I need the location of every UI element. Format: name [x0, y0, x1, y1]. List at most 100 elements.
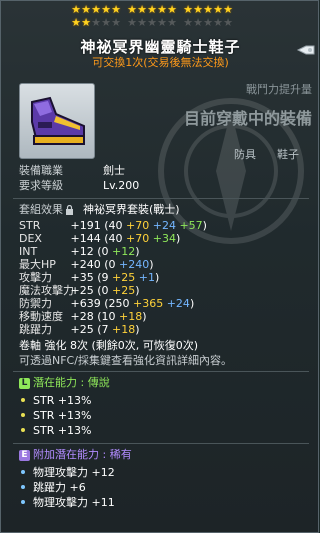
- additional-potential-header: E 附加潛在能力 : 稀有: [19, 448, 132, 462]
- stat-total: +12: [67, 245, 94, 258]
- stat-flame-bonus: +18: [112, 323, 136, 336]
- bullet-icon: [21, 500, 25, 504]
- star-empty-icon: ★: [147, 16, 157, 29]
- stat-total: +240: [67, 258, 101, 271]
- trade-note: 可交換1次(交易後無法交換): [92, 56, 229, 69]
- star-filled-icon: ★: [71, 16, 81, 29]
- scroll-enhance-row: 卷軸 強化 8次 (剩餘0次, 可恢復0次): [19, 339, 198, 352]
- stat-base: (0: [93, 245, 113, 258]
- star-filled-icon: ★: [147, 3, 157, 16]
- set-effect-value: 神祕冥界套裝(戰士): [83, 203, 180, 216]
- stat-name: 防禦力: [19, 297, 52, 310]
- stat-base: (0: [100, 258, 120, 271]
- star-filled-icon: ★: [81, 16, 91, 29]
- stat-base: (250: [100, 297, 133, 310]
- bullet-icon: [21, 485, 25, 489]
- stat-base: (40: [100, 232, 127, 245]
- star-empty-icon: ★: [183, 16, 193, 29]
- star-empty-icon: ★: [127, 16, 137, 29]
- star-filled-icon: ★: [101, 3, 111, 16]
- star-filled-icon: ★: [81, 3, 91, 16]
- purple-gold-boots-icon: [31, 96, 85, 145]
- stat-total: +25: [67, 323, 94, 336]
- stat-total: +25: [67, 284, 94, 297]
- divider: [13, 443, 309, 444]
- star-force-indicator: ★★★★★ ★★★★★ ★★★★★ ★★★★★ ★★★★★ ★★★★★: [71, 3, 261, 29]
- additional-potential-title: 附加潛在能力 : 稀有: [33, 448, 132, 461]
- star-filled-icon: ★: [71, 3, 81, 16]
- stat-starforce-bonus: +34: [149, 232, 176, 245]
- star-filled-icon: ★: [111, 3, 121, 16]
- stat-row: 魔法攻擊力 +25 (0 +25): [19, 284, 309, 297]
- set-effect-row[interactable]: 套組效果 神祕冥界套裝(戰士): [19, 203, 180, 216]
- star-filled-icon: ★: [183, 3, 193, 16]
- potential-header: L 潛在能力 : 傳說: [19, 376, 110, 390]
- stat-row: 防禦力 +639 (250 +365 +24): [19, 297, 309, 310]
- star-empty-icon: ★: [137, 16, 147, 29]
- power-increase-label: 戰鬥力提升量: [246, 83, 312, 96]
- stat-name: 跳躍力: [19, 323, 52, 336]
- stat-row: 最大HP +240 (0 +240): [19, 258, 309, 271]
- stat-close: ): [135, 284, 140, 297]
- star-empty-icon: ★: [91, 16, 101, 29]
- stat-scroll-bonus: +1: [135, 271, 155, 284]
- set-info-icon: [66, 205, 73, 215]
- stat-base: (0: [93, 284, 113, 297]
- item-tooltip-panel: ★★★★★ ★★★★★ ★★★★★ ★★★★★ ★★★★★ ★★★★★ 神祕冥界幽靈騎士…: [0, 0, 319, 533]
- stat-flame-bonus: +18: [119, 310, 143, 323]
- stat-base: (9: [93, 271, 113, 284]
- stat-base: (10: [93, 310, 120, 323]
- star-filled-icon: ★: [213, 3, 223, 16]
- level-row: 要求等級 Lv.200: [19, 179, 139, 192]
- enhance-note-text: 可透過NFC/採集鍵查看強化資訊詳細內容。: [19, 354, 232, 367]
- stat-flame-bonus: +25: [112, 271, 136, 284]
- star-empty-icon: ★: [157, 16, 167, 29]
- stat-row: INT +12 (0 +12): [19, 245, 309, 258]
- star-empty-icon: ★: [223, 16, 233, 29]
- stat-name: 攻擊力: [19, 271, 52, 284]
- set-effect-label: 套組效果: [19, 203, 63, 216]
- potential-line: STR +13%: [19, 409, 92, 422]
- category-tag-shoes: 鞋子: [277, 148, 299, 161]
- stat-total: +191: [67, 219, 101, 232]
- legendary-badge-icon: L: [19, 377, 30, 389]
- stat-total: +35: [67, 271, 94, 284]
- stat-name: DEX: [19, 232, 42, 245]
- stat-close: ): [175, 232, 181, 245]
- stat-flame-bonus: +25: [112, 284, 136, 297]
- item-icon-frame: [19, 83, 95, 159]
- bullet-icon: [21, 428, 25, 432]
- stat-name: 最大HP: [19, 258, 56, 271]
- stat-flame-bonus: +70: [126, 232, 150, 245]
- enhance-note-row: 可透過NFC/採集鍵查看強化資訊詳細內容。: [19, 354, 232, 367]
- stat-row: DEX +144 (40 +70 +34): [19, 232, 309, 245]
- star-filled-icon: ★: [137, 3, 147, 16]
- stat-name: 魔法攻擊力: [19, 284, 74, 297]
- star-filled-icon: ★: [157, 3, 167, 16]
- potential-title: 潛在能力 : 傳說: [33, 376, 110, 389]
- star-filled-icon: ★: [193, 3, 203, 16]
- job-row: 裝備職業 劍士: [19, 164, 125, 177]
- divider: [13, 198, 309, 199]
- stat-base: (40: [100, 219, 127, 232]
- stat-row: 跳躍力 +25 (7 +18): [19, 323, 309, 336]
- stat-row: 移動速度 +28 (10 +18): [19, 310, 309, 323]
- star-filled-icon: ★: [91, 3, 101, 16]
- additional-potential-line: 物理攻擊力 +11: [19, 496, 115, 509]
- bullet-icon: [21, 470, 25, 474]
- level-value: Lv.200: [103, 179, 140, 192]
- stat-flame-bonus: +70: [126, 219, 150, 232]
- stat-starforce-bonus: +57: [175, 219, 203, 232]
- potential-line: STR +13%: [19, 394, 92, 407]
- stat-total: +144: [67, 232, 101, 245]
- star-filled-icon: ★: [203, 3, 213, 16]
- star-empty-icon: ★: [213, 16, 223, 29]
- stat-flame-bonus: +365: [133, 297, 164, 310]
- stat-total: +28: [67, 310, 94, 323]
- star-empty-icon: ★: [167, 16, 177, 29]
- star-row-1: ★★★★★ ★★★★★ ★★★★★: [71, 3, 261, 16]
- job-label: 裝備職業: [19, 164, 63, 177]
- stat-name: INT: [19, 245, 38, 258]
- additional-potential-line: 物理攻擊力 +12: [19, 466, 115, 479]
- pointing-hand-icon[interactable]: [296, 41, 316, 59]
